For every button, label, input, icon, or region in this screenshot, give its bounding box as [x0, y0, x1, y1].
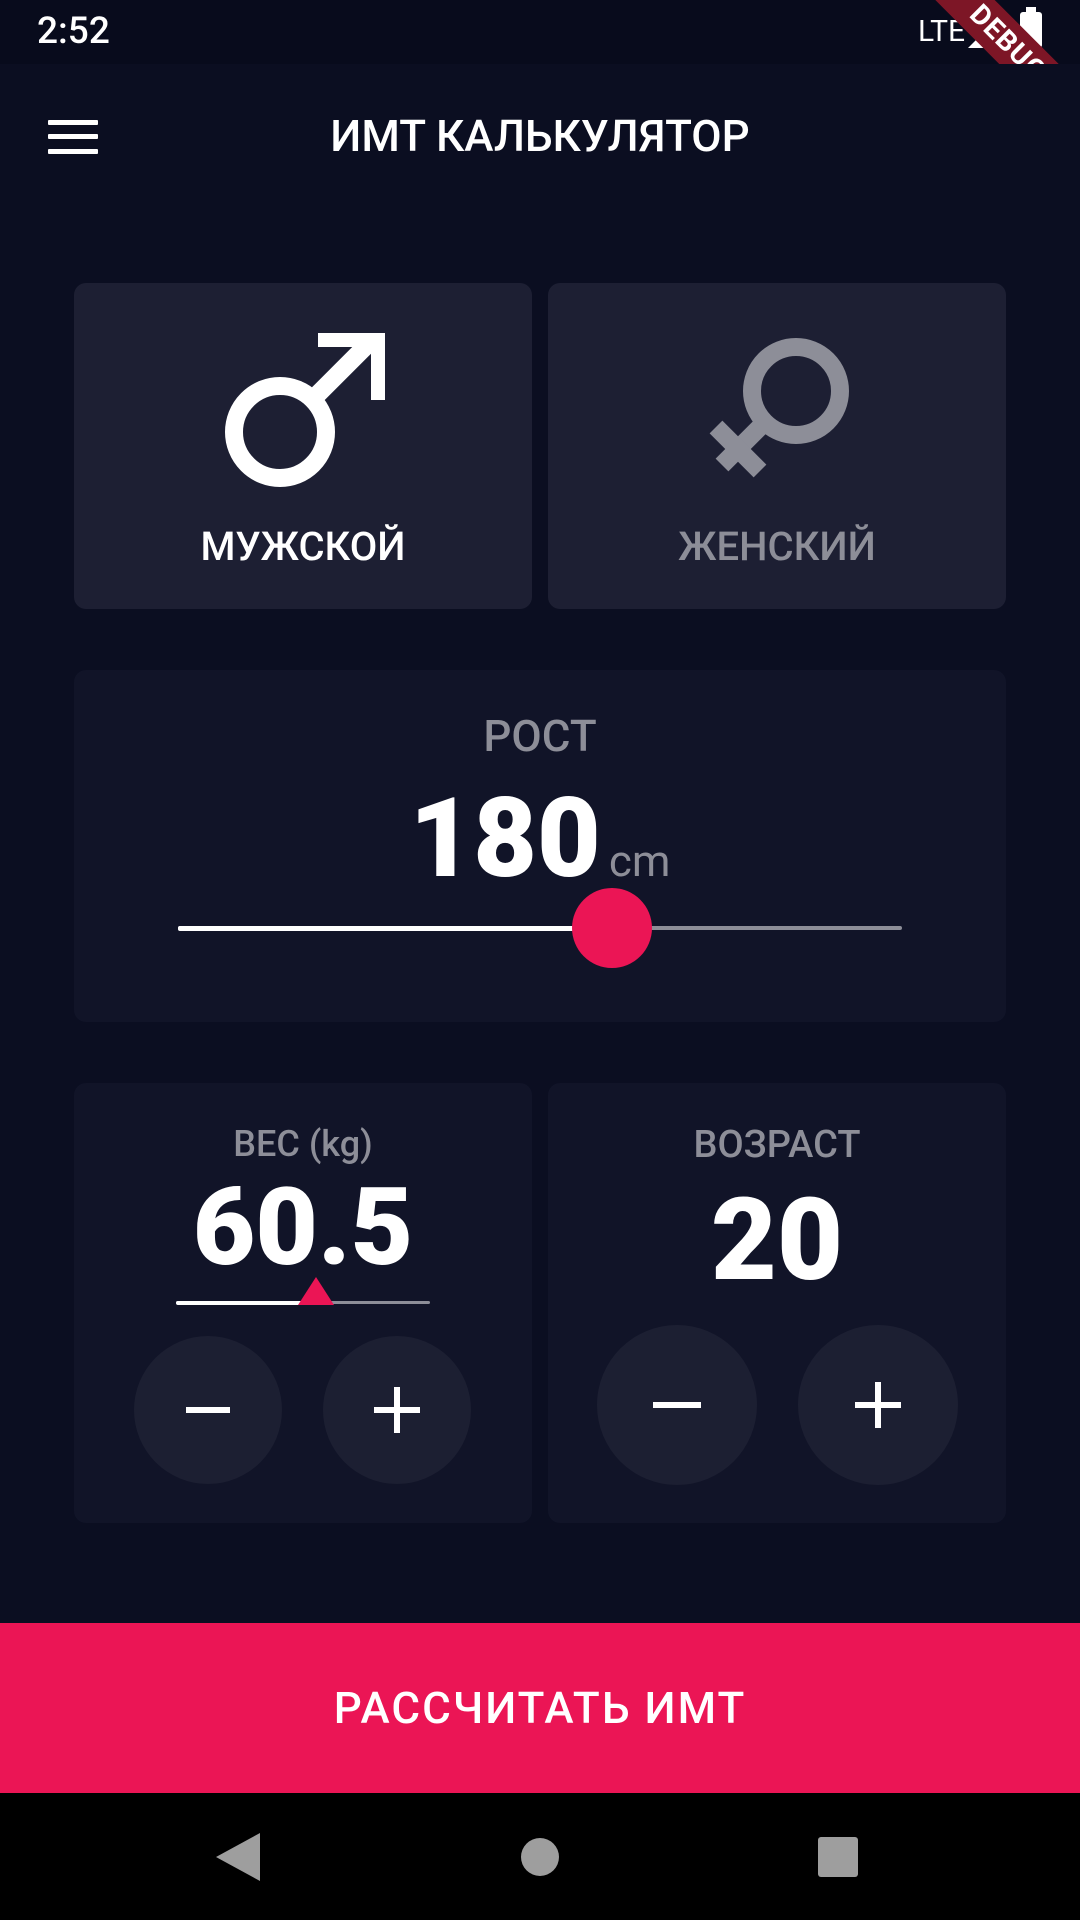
weight-slider[interactable]	[176, 1277, 430, 1331]
status-time: 2:52	[37, 10, 110, 53]
age-decrement-button[interactable]	[597, 1325, 757, 1485]
age-label: ВОЗРАСТ	[693, 1123, 861, 1167]
height-label: РОСТ	[483, 710, 597, 762]
weight-label: ВЕС (kg)	[233, 1123, 373, 1165]
gender-label-male: МУЖСКОЙ	[200, 523, 406, 570]
height-slider-thumb[interactable]	[572, 888, 653, 968]
status-bar: 2:52 LTE	[0, 0, 1080, 64]
gender-card-female[interactable]: ЖЕНСКИЙ	[548, 283, 1006, 609]
minus-icon	[653, 1402, 701, 1408]
height-slider[interactable]	[178, 888, 902, 1006]
weight-slider-thumb[interactable]	[297, 1277, 334, 1305]
recents-square-icon[interactable]	[818, 1837, 858, 1877]
age-value: 20	[710, 1173, 844, 1307]
weight-value: 60.5	[192, 1165, 414, 1291]
system-nav-bar	[0, 1793, 1080, 1920]
back-triangle-icon[interactable]	[216, 1833, 260, 1881]
female-symbol-icon	[709, 338, 849, 478]
height-value-row: 180 cm	[74, 774, 1006, 903]
age-card: ВОЗРАСТ 20	[548, 1083, 1006, 1523]
page-title: ИМТ КАЛЬКУЛЯТОР	[330, 110, 750, 162]
plus-icon	[374, 1387, 420, 1433]
calculate-bmi-button[interactable]: РАССЧИТАТЬ ИМТ	[0, 1623, 1080, 1793]
height-card: РОСТ 180 cm	[74, 670, 1006, 1022]
height-value: 180	[409, 774, 601, 903]
weight-decrement-button[interactable]	[134, 1336, 282, 1484]
age-increment-button[interactable]	[798, 1325, 958, 1485]
gender-card-male[interactable]: МУЖСКОЙ	[74, 283, 532, 609]
height-slider-active-track	[178, 926, 613, 931]
weight-slider-active-track	[176, 1301, 316, 1305]
app-bar: ИМТ КАЛЬКУЛЯТОР	[0, 64, 1080, 206]
weight-increment-button[interactable]	[323, 1336, 471, 1484]
male-symbol-icon	[225, 333, 385, 487]
height-unit: cm	[608, 835, 671, 887]
home-circle-icon[interactable]	[519, 1836, 561, 1878]
minus-icon	[186, 1407, 230, 1413]
plus-icon	[855, 1382, 901, 1428]
gender-label-female: ЖЕНСКИЙ	[678, 523, 876, 570]
weight-card: ВЕС (kg) 60.5	[74, 1083, 532, 1523]
